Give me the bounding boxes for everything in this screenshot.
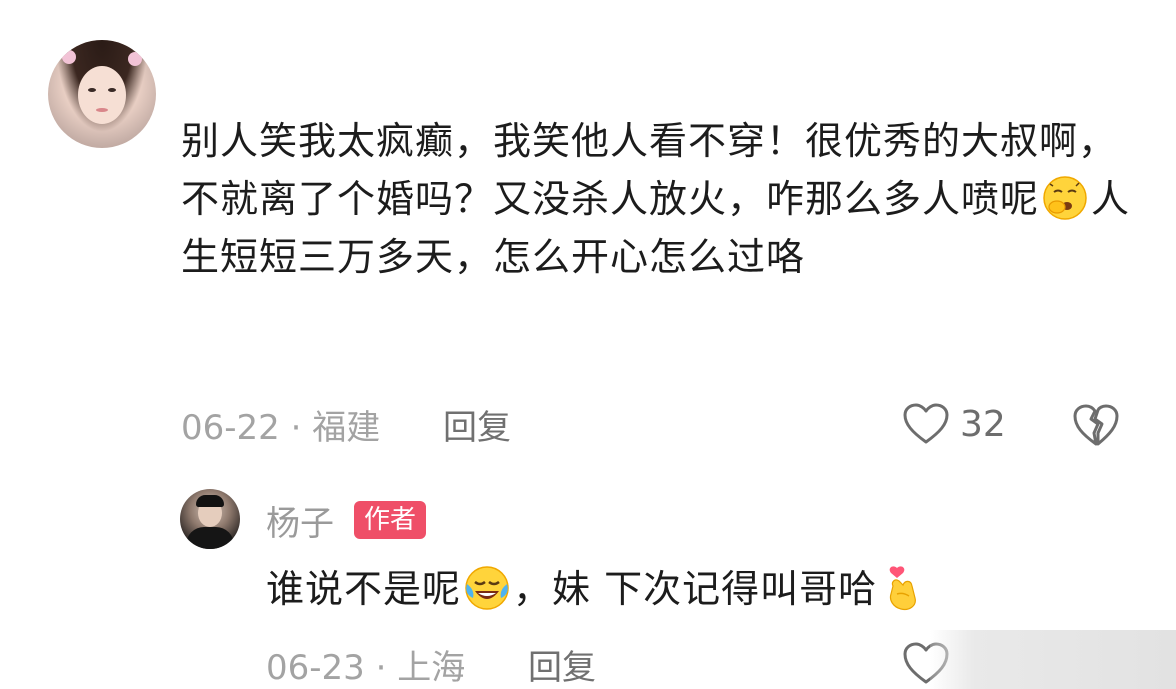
bottom-fade-overlay [930, 630, 1176, 689]
comment-meta: 06-22 · 福建 回复 [181, 400, 511, 449]
avatar-hair [196, 495, 224, 507]
reply-location: 上海 [397, 648, 466, 688]
reply-button[interactable]: 回复 [528, 648, 596, 688]
reply-text: 谁说不是呢 ，妹 下次记得叫哥哈 [266, 560, 929, 618]
avatar[interactable] [48, 40, 156, 148]
heart-outline-icon [903, 403, 949, 444]
broken-heart-icon[interactable] [1072, 402, 1120, 448]
reply-author-name[interactable]: 杨子 [266, 496, 334, 545]
avatar-face [78, 66, 126, 124]
meta-separator: · [375, 648, 387, 688]
meta-separator: · [290, 408, 302, 448]
yawning-face-emoji [1043, 176, 1087, 220]
reply-text-part1: 谁说不是呢 [266, 567, 462, 611]
comment-text: 别人笑我太疯癫，我笑他人看不穿！很优秀的大叔啊，不就离了个婚吗？又没杀人放火，咋… [181, 112, 1141, 286]
like-button[interactable]: 32 [902, 400, 1006, 448]
like-count: 32 [960, 403, 1006, 445]
hair-flower [128, 52, 142, 66]
reply-meta: 06-23 · 上海 回复 [266, 640, 596, 689]
hair-flower [62, 50, 76, 64]
laughing-crying-emoji [465, 566, 509, 610]
reply-date: 06-23 [266, 648, 365, 688]
author-avatar[interactable] [180, 489, 240, 549]
author-badge: 作者 [354, 501, 427, 539]
avatar-eye-left [88, 88, 96, 92]
finger-heart-emoji [889, 566, 917, 611]
avatar-mouth [96, 108, 108, 112]
comment-text-part1: 别人笑我太疯癫，我笑他人看不穿！很优秀的大叔啊，不就离了个婚吗？又没杀人放火，咋… [181, 119, 1118, 221]
reply-button[interactable]: 回复 [443, 408, 511, 448]
reply-text-part2: ，妹 下次记得叫哥哈 [513, 567, 878, 611]
avatar-eye-right [108, 88, 116, 92]
avatar-body [186, 527, 234, 549]
comment-date: 06-22 [181, 408, 280, 448]
comment-location: 福建 [312, 408, 381, 448]
